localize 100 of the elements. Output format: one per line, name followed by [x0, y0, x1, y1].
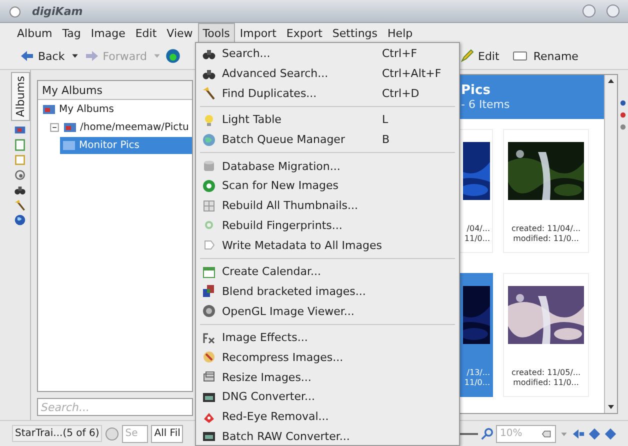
menu-item[interactable]: Settings: [327, 23, 383, 43]
menu-entry[interactable]: Rebuild All Thumbnails...: [198, 196, 457, 216]
filter-field[interactable]: Se: [122, 424, 148, 442]
wand-icon: [202, 86, 216, 100]
shortcut: Ctrl+F: [382, 47, 418, 60]
shortcut: Ctrl+D: [382, 86, 420, 100]
menu-entry[interactable]: OpenGL Image Viewer...: [198, 301, 457, 321]
film-icon: [202, 429, 216, 444]
window-title: digiKam: [32, 4, 83, 18]
thumbnail-caption: 11/0...: [464, 234, 490, 244]
refresh-icon: [202, 178, 216, 193]
menu-entry[interactable]: Find Duplicates... Ctrl+D: [198, 83, 457, 104]
box-icon: [14, 154, 26, 166]
menu-entry[interactable]: Resize Images...: [198, 367, 457, 387]
menu-entry[interactable]: DNG Converter...: [198, 387, 457, 407]
close-icon: [606, 4, 620, 18]
shortcut: L: [382, 113, 390, 126]
zoom-icon: [481, 428, 493, 440]
clear-icon: [540, 428, 552, 438]
menu-item[interactable]: Edit: [130, 23, 162, 43]
filter-combo[interactable]: All Fil: [151, 424, 184, 442]
next-icon: [604, 426, 617, 440]
globe-icon: [202, 132, 216, 147]
thumbnail-caption: modified: 11/0...: [513, 234, 579, 244]
thumbnail-caption: modified: 11/0...: [513, 378, 579, 388]
circle-icon: [105, 426, 120, 440]
caret-icon: [152, 52, 161, 60]
caret-icon: [70, 52, 79, 60]
calendar-icon: [14, 138, 26, 151]
lens-icon: [202, 304, 216, 318]
status-text: StarTrai...(5 of 6): [12, 425, 102, 442]
blend-icon: [202, 284, 216, 298]
menu-item[interactable]: View: [162, 23, 198, 43]
scrollbar[interactable]: [604, 75, 617, 413]
thumbnail-card[interactable]: /13/... 11/0...: [457, 273, 493, 397]
menu-entry[interactable]: Write Metadata to All Images: [198, 235, 457, 255]
text-field-icon: [511, 49, 530, 63]
back-icon: [20, 49, 34, 63]
menu-item[interactable]: Tag: [57, 23, 86, 43]
toolbar-button[interactable]: Rename: [509, 47, 580, 65]
wand-icon: [14, 198, 26, 211]
menu-entry[interactable]: Recompress Images...: [198, 348, 457, 368]
menu-item[interactable]: Import: [234, 23, 282, 43]
search-field[interactable]: Search...: [37, 398, 193, 416]
tree-item[interactable]: /home/meemaw/Pictu: [61, 118, 191, 136]
menu-entry[interactable]: Create Calendar...: [198, 262, 457, 282]
menu-entry[interactable]: Image Effects...: [198, 328, 457, 348]
toolbar-button[interactable]: Back: [18, 47, 67, 65]
folder-icon: [62, 138, 76, 152]
thumbnail-caption: 11/0...: [464, 378, 490, 388]
menu-item[interactable]: Export: [281, 23, 328, 43]
pencil-icon: [460, 49, 474, 63]
side-tab[interactable]: Albums: [10, 72, 30, 121]
menu-entry[interactable]: Red-Eye Removal...: [198, 406, 457, 426]
item-count: - 6 Items: [461, 98, 511, 111]
bulb-icon: [202, 112, 216, 127]
menu-entry[interactable]: Blend bracketed images...: [198, 282, 457, 302]
forward-icon: [84, 49, 99, 63]
first-icon: [572, 426, 585, 440]
globe-icon: [164, 48, 181, 64]
menu-entry[interactable]: Search... Ctrl+F: [198, 44, 457, 64]
thumbnail-caption: /13/...: [466, 368, 490, 378]
thumbnail-caption: /04/...: [466, 224, 490, 234]
compress-icon: [202, 350, 216, 364]
tree-item[interactable]: My Albums: [40, 100, 116, 118]
folder-icon: [63, 120, 77, 134]
globe-icon: [14, 214, 26, 226]
tree-item[interactable]: Monitor Pics: [60, 136, 192, 154]
thumbnail-card[interactable]: created: 11/04/... modified: 11/0...: [503, 129, 589, 253]
resize-icon: [202, 370, 216, 384]
menu-item[interactable]: Tools: [198, 23, 235, 43]
menu-entry[interactable]: Database Migration...: [198, 156, 457, 176]
thumbnail-caption: created: 11/05/...: [511, 368, 581, 378]
previous-icon: [588, 426, 601, 440]
grid-icon: [202, 198, 216, 213]
menu-entry[interactable]: Scan for New Images: [198, 176, 457, 196]
effects-icon: [202, 330, 216, 345]
shortcut: Ctrl+Alt+F: [382, 67, 442, 80]
shortcut: B: [382, 133, 391, 146]
menu-entry[interactable]: Advanced Search... Ctrl+Alt+F: [198, 64, 457, 84]
collapse-icon: [50, 122, 59, 132]
folder-icon: [42, 102, 56, 116]
database-icon: [202, 159, 216, 174]
app-icon: [8, 4, 22, 18]
menu-entry[interactable]: Rebuild Fingerprints...: [198, 216, 457, 236]
binoculars-icon: [14, 184, 26, 196]
toolbar-button[interactable]: Edit: [458, 47, 502, 65]
menu-item[interactable]: Album: [12, 23, 58, 43]
thumbnail-caption: created: 11/04/...: [511, 224, 581, 234]
column-header: My Albums: [38, 81, 192, 100]
menu-entry[interactable]: Light Table L: [198, 110, 457, 130]
album-title: Pics: [461, 83, 492, 98]
menu-entry[interactable]: Batch RAW Converter...: [198, 426, 457, 446]
menu-item[interactable]: Help: [382, 23, 418, 43]
thumbnail-card[interactable]: created: 11/05/... modified: 11/0...: [503, 273, 589, 397]
calendar-icon: [202, 264, 216, 279]
menu-entry[interactable]: Batch Queue Manager B: [198, 130, 457, 150]
minimize-icon: [582, 4, 596, 18]
thumbnail-card[interactable]: /04/... 11/0...: [457, 129, 493, 253]
menu-item[interactable]: Image: [86, 23, 130, 43]
